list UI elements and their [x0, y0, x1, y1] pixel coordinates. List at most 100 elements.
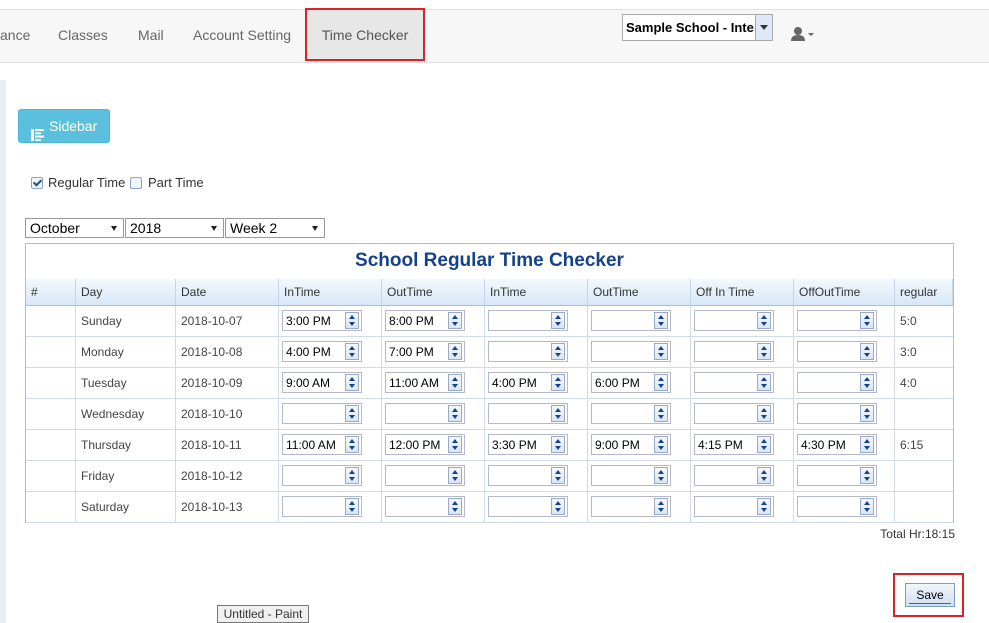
nav-item-classes[interactable]: Classes: [58, 10, 108, 62]
spinner-icon[interactable]: [757, 498, 771, 515]
column-header[interactable]: OffOutTime: [794, 279, 895, 305]
time-input[interactable]: 3:00 PM: [282, 310, 362, 331]
chevron-down-icon[interactable]: [755, 15, 772, 40]
time-input[interactable]: 7:00 PM: [385, 341, 465, 362]
time-input[interactable]: 6:00 PM: [591, 372, 671, 393]
time-input[interactable]: [694, 310, 774, 331]
spinner-icon[interactable]: [551, 498, 565, 515]
spinner-icon[interactable]: [448, 343, 462, 360]
time-input[interactable]: [385, 465, 465, 486]
time-input[interactable]: 4:30 PM: [797, 434, 877, 455]
time-input[interactable]: 9:00 PM: [591, 434, 671, 455]
spinner-icon[interactable]: [345, 405, 359, 422]
spinner-icon[interactable]: [654, 436, 668, 453]
column-header[interactable]: #: [26, 279, 76, 305]
time-input[interactable]: [488, 403, 568, 424]
nav-item-mail[interactable]: Mail: [138, 10, 164, 62]
month-select[interactable]: October: [25, 218, 124, 238]
time-input[interactable]: [385, 403, 465, 424]
time-input[interactable]: 4:00 PM: [282, 341, 362, 362]
spinner-icon[interactable]: [860, 498, 874, 515]
time-input[interactable]: [282, 465, 362, 486]
spinner-icon[interactable]: [654, 405, 668, 422]
time-input[interactable]: [694, 465, 774, 486]
part-time-checkbox[interactable]: [130, 177, 142, 189]
time-input[interactable]: [591, 496, 671, 517]
time-input[interactable]: [282, 403, 362, 424]
spinner-icon[interactable]: [448, 405, 462, 422]
time-input[interactable]: [488, 341, 568, 362]
spinner-icon[interactable]: [345, 312, 359, 329]
column-header[interactable]: regular: [895, 279, 953, 305]
time-input[interactable]: 9:00 AM: [282, 372, 362, 393]
spinner-icon[interactable]: [860, 312, 874, 329]
spinner-icon[interactable]: [860, 343, 874, 360]
spinner-icon[interactable]: [860, 436, 874, 453]
spinner-icon[interactable]: [448, 498, 462, 515]
spinner-icon[interactable]: [757, 374, 771, 391]
spinner-icon[interactable]: [860, 467, 874, 484]
user-icon[interactable]: [791, 27, 817, 46]
nav-item-attendance[interactable]: ance: [0, 10, 40, 62]
spinner-icon[interactable]: [757, 343, 771, 360]
time-input[interactable]: [488, 465, 568, 486]
sidebar-button[interactable]: Sidebar: [18, 109, 110, 143]
spinner-icon[interactable]: [551, 405, 565, 422]
column-header[interactable]: Off In Time: [691, 279, 794, 305]
time-input[interactable]: [488, 310, 568, 331]
spinner-icon[interactable]: [860, 374, 874, 391]
time-input[interactable]: [488, 496, 568, 517]
time-input[interactable]: 11:00 AM: [282, 434, 362, 455]
time-input[interactable]: [694, 341, 774, 362]
spinner-icon[interactable]: [654, 498, 668, 515]
time-input[interactable]: [797, 465, 877, 486]
column-header[interactable]: Date: [176, 279, 279, 305]
spinner-icon[interactable]: [654, 343, 668, 360]
spinner-icon[interactable]: [860, 405, 874, 422]
year-select[interactable]: 2018: [125, 218, 224, 238]
spinner-icon[interactable]: [345, 374, 359, 391]
column-header[interactable]: InTime: [279, 279, 382, 305]
spinner-icon[interactable]: [551, 436, 565, 453]
spinner-icon[interactable]: [448, 374, 462, 391]
spinner-icon[interactable]: [551, 312, 565, 329]
time-input[interactable]: 12:00 PM: [385, 434, 465, 455]
column-header[interactable]: InTime: [485, 279, 588, 305]
time-input[interactable]: [694, 403, 774, 424]
spinner-icon[interactable]: [448, 467, 462, 484]
time-input[interactable]: 8:00 PM: [385, 310, 465, 331]
nav-item-account-setting[interactable]: Account Setting: [193, 10, 291, 62]
spinner-icon[interactable]: [757, 436, 771, 453]
time-input[interactable]: [797, 310, 877, 331]
time-input[interactable]: [591, 403, 671, 424]
spinner-icon[interactable]: [654, 467, 668, 484]
time-input[interactable]: [591, 341, 671, 362]
spinner-icon[interactable]: [757, 405, 771, 422]
spinner-icon[interactable]: [757, 312, 771, 329]
spinner-icon[interactable]: [551, 374, 565, 391]
spinner-icon[interactable]: [757, 467, 771, 484]
time-input[interactable]: 3:30 PM: [488, 434, 568, 455]
time-input[interactable]: [694, 496, 774, 517]
time-input[interactable]: 4:15 PM: [694, 434, 774, 455]
time-input[interactable]: 4:00 PM: [488, 372, 568, 393]
time-input[interactable]: [797, 403, 877, 424]
time-input[interactable]: [694, 372, 774, 393]
spinner-icon[interactable]: [345, 343, 359, 360]
spinner-icon[interactable]: [551, 343, 565, 360]
spinner-icon[interactable]: [551, 467, 565, 484]
school-select[interactable]: Sample School - International: [622, 14, 773, 41]
spinner-icon[interactable]: [654, 374, 668, 391]
spinner-icon[interactable]: [654, 312, 668, 329]
spinner-icon[interactable]: [345, 498, 359, 515]
spinner-icon[interactable]: [345, 436, 359, 453]
regular-time-checkbox[interactable]: [31, 177, 43, 189]
spinner-icon[interactable]: [448, 312, 462, 329]
week-select[interactable]: Week 2: [225, 218, 325, 238]
time-input[interactable]: [385, 496, 465, 517]
save-button[interactable]: Save: [905, 583, 955, 607]
time-input[interactable]: [797, 372, 877, 393]
time-input[interactable]: [591, 310, 671, 331]
column-header[interactable]: OutTime: [382, 279, 485, 305]
time-input[interactable]: [797, 496, 877, 517]
